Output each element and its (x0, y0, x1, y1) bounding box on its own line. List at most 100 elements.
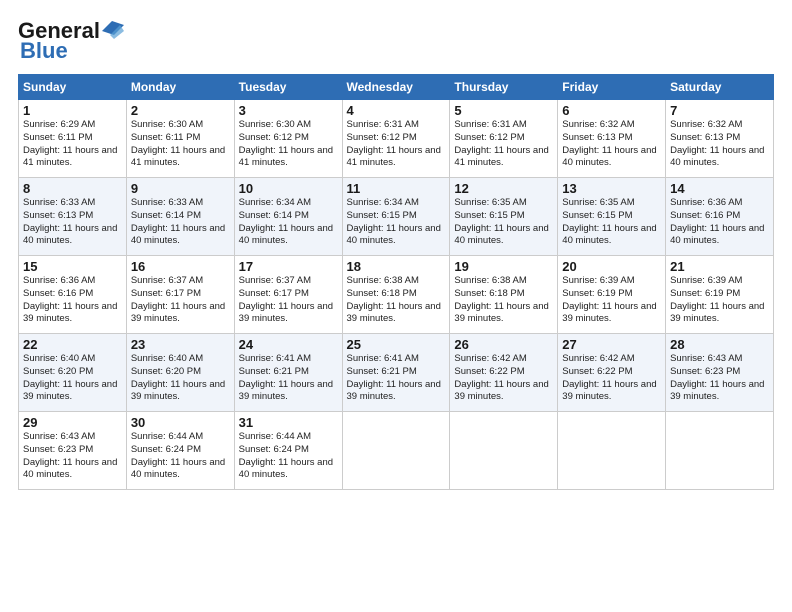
calendar-cell: 29Sunrise: 6:43 AMSunset: 6:23 PMDayligh… (19, 412, 127, 490)
day-info: Sunrise: 6:30 AMSunset: 6:11 PMDaylight:… (131, 119, 230, 170)
calendar-cell: 28Sunrise: 6:43 AMSunset: 6:23 PMDayligh… (666, 334, 774, 412)
page: General Blue SundayMondayTuesdayWednesda… (0, 0, 792, 612)
calendar-cell: 17Sunrise: 6:37 AMSunset: 6:17 PMDayligh… (234, 256, 342, 334)
day-number: 5 (454, 103, 553, 118)
calendar-cell (666, 412, 774, 490)
day-info: Sunrise: 6:40 AMSunset: 6:20 PMDaylight:… (23, 353, 122, 404)
calendar-cell: 24Sunrise: 6:41 AMSunset: 6:21 PMDayligh… (234, 334, 342, 412)
day-number: 26 (454, 337, 553, 352)
day-info: Sunrise: 6:33 AMSunset: 6:14 PMDaylight:… (131, 197, 230, 248)
column-header-tuesday: Tuesday (234, 75, 342, 100)
day-info: Sunrise: 6:44 AMSunset: 6:24 PMDaylight:… (239, 431, 338, 482)
header: General Blue (18, 18, 774, 64)
day-number: 1 (23, 103, 122, 118)
day-info: Sunrise: 6:34 AMSunset: 6:14 PMDaylight:… (239, 197, 338, 248)
calendar-cell: 15Sunrise: 6:36 AMSunset: 6:16 PMDayligh… (19, 256, 127, 334)
calendar-cell (558, 412, 666, 490)
day-info: Sunrise: 6:32 AMSunset: 6:13 PMDaylight:… (562, 119, 661, 170)
day-number: 17 (239, 259, 338, 274)
day-number: 12 (454, 181, 553, 196)
calendar-cell: 12Sunrise: 6:35 AMSunset: 6:15 PMDayligh… (450, 178, 558, 256)
day-info: Sunrise: 6:42 AMSunset: 6:22 PMDaylight:… (562, 353, 661, 404)
calendar-week-row: 22Sunrise: 6:40 AMSunset: 6:20 PMDayligh… (19, 334, 774, 412)
logo-blue-text: Blue (20, 38, 124, 64)
calendar-cell: 30Sunrise: 6:44 AMSunset: 6:24 PMDayligh… (126, 412, 234, 490)
day-info: Sunrise: 6:42 AMSunset: 6:22 PMDaylight:… (454, 353, 553, 404)
calendar-week-row: 8Sunrise: 6:33 AMSunset: 6:13 PMDaylight… (19, 178, 774, 256)
calendar-cell (450, 412, 558, 490)
day-info: Sunrise: 6:36 AMSunset: 6:16 PMDaylight:… (23, 275, 122, 326)
column-header-thursday: Thursday (450, 75, 558, 100)
day-info: Sunrise: 6:44 AMSunset: 6:24 PMDaylight:… (131, 431, 230, 482)
calendar-cell: 10Sunrise: 6:34 AMSunset: 6:14 PMDayligh… (234, 178, 342, 256)
calendar-cell: 16Sunrise: 6:37 AMSunset: 6:17 PMDayligh… (126, 256, 234, 334)
calendar-cell: 19Sunrise: 6:38 AMSunset: 6:18 PMDayligh… (450, 256, 558, 334)
day-info: Sunrise: 6:31 AMSunset: 6:12 PMDaylight:… (347, 119, 446, 170)
calendar-cell: 22Sunrise: 6:40 AMSunset: 6:20 PMDayligh… (19, 334, 127, 412)
day-number: 14 (670, 181, 769, 196)
calendar-cell: 6Sunrise: 6:32 AMSunset: 6:13 PMDaylight… (558, 100, 666, 178)
calendar-header-row: SundayMondayTuesdayWednesdayThursdayFrid… (19, 75, 774, 100)
calendar-cell: 26Sunrise: 6:42 AMSunset: 6:22 PMDayligh… (450, 334, 558, 412)
calendar-cell: 13Sunrise: 6:35 AMSunset: 6:15 PMDayligh… (558, 178, 666, 256)
calendar-cell: 2Sunrise: 6:30 AMSunset: 6:11 PMDaylight… (126, 100, 234, 178)
day-info: Sunrise: 6:39 AMSunset: 6:19 PMDaylight:… (670, 275, 769, 326)
day-info: Sunrise: 6:32 AMSunset: 6:13 PMDaylight:… (670, 119, 769, 170)
calendar-table: SundayMondayTuesdayWednesdayThursdayFrid… (18, 74, 774, 490)
calendar-cell: 14Sunrise: 6:36 AMSunset: 6:16 PMDayligh… (666, 178, 774, 256)
logo: General Blue (18, 18, 124, 64)
calendar-cell: 18Sunrise: 6:38 AMSunset: 6:18 PMDayligh… (342, 256, 450, 334)
day-number: 8 (23, 181, 122, 196)
calendar-cell: 23Sunrise: 6:40 AMSunset: 6:20 PMDayligh… (126, 334, 234, 412)
calendar-cell: 20Sunrise: 6:39 AMSunset: 6:19 PMDayligh… (558, 256, 666, 334)
day-number: 3 (239, 103, 338, 118)
calendar-cell: 9Sunrise: 6:33 AMSunset: 6:14 PMDaylight… (126, 178, 234, 256)
day-number: 10 (239, 181, 338, 196)
day-number: 15 (23, 259, 122, 274)
day-number: 7 (670, 103, 769, 118)
day-info: Sunrise: 6:38 AMSunset: 6:18 PMDaylight:… (454, 275, 553, 326)
column-header-friday: Friday (558, 75, 666, 100)
day-number: 9 (131, 181, 230, 196)
calendar-cell: 11Sunrise: 6:34 AMSunset: 6:15 PMDayligh… (342, 178, 450, 256)
day-number: 31 (239, 415, 338, 430)
day-number: 19 (454, 259, 553, 274)
day-number: 4 (347, 103, 446, 118)
calendar-cell: 3Sunrise: 6:30 AMSunset: 6:12 PMDaylight… (234, 100, 342, 178)
column-header-saturday: Saturday (666, 75, 774, 100)
day-info: Sunrise: 6:37 AMSunset: 6:17 PMDaylight:… (131, 275, 230, 326)
day-info: Sunrise: 6:43 AMSunset: 6:23 PMDaylight:… (23, 431, 122, 482)
calendar-week-row: 15Sunrise: 6:36 AMSunset: 6:16 PMDayligh… (19, 256, 774, 334)
day-number: 23 (131, 337, 230, 352)
day-number: 29 (23, 415, 122, 430)
calendar-cell: 21Sunrise: 6:39 AMSunset: 6:19 PMDayligh… (666, 256, 774, 334)
day-info: Sunrise: 6:35 AMSunset: 6:15 PMDaylight:… (454, 197, 553, 248)
day-number: 2 (131, 103, 230, 118)
calendar-cell: 7Sunrise: 6:32 AMSunset: 6:13 PMDaylight… (666, 100, 774, 178)
logo-bird-icon (102, 21, 124, 39)
day-info: Sunrise: 6:36 AMSunset: 6:16 PMDaylight:… (670, 197, 769, 248)
day-info: Sunrise: 6:30 AMSunset: 6:12 PMDaylight:… (239, 119, 338, 170)
calendar-cell: 1Sunrise: 6:29 AMSunset: 6:11 PMDaylight… (19, 100, 127, 178)
day-info: Sunrise: 6:38 AMSunset: 6:18 PMDaylight:… (347, 275, 446, 326)
calendar-week-row: 29Sunrise: 6:43 AMSunset: 6:23 PMDayligh… (19, 412, 774, 490)
day-number: 28 (670, 337, 769, 352)
day-info: Sunrise: 6:31 AMSunset: 6:12 PMDaylight:… (454, 119, 553, 170)
day-number: 11 (347, 181, 446, 196)
day-info: Sunrise: 6:39 AMSunset: 6:19 PMDaylight:… (562, 275, 661, 326)
day-info: Sunrise: 6:29 AMSunset: 6:11 PMDaylight:… (23, 119, 122, 170)
calendar-cell (342, 412, 450, 490)
day-info: Sunrise: 6:43 AMSunset: 6:23 PMDaylight:… (670, 353, 769, 404)
day-number: 13 (562, 181, 661, 196)
day-number: 27 (562, 337, 661, 352)
day-number: 22 (23, 337, 122, 352)
day-number: 16 (131, 259, 230, 274)
calendar-cell: 27Sunrise: 6:42 AMSunset: 6:22 PMDayligh… (558, 334, 666, 412)
calendar-cell: 31Sunrise: 6:44 AMSunset: 6:24 PMDayligh… (234, 412, 342, 490)
calendar-week-row: 1Sunrise: 6:29 AMSunset: 6:11 PMDaylight… (19, 100, 774, 178)
day-number: 30 (131, 415, 230, 430)
day-info: Sunrise: 6:33 AMSunset: 6:13 PMDaylight:… (23, 197, 122, 248)
day-info: Sunrise: 6:40 AMSunset: 6:20 PMDaylight:… (131, 353, 230, 404)
day-number: 25 (347, 337, 446, 352)
day-info: Sunrise: 6:41 AMSunset: 6:21 PMDaylight:… (239, 353, 338, 404)
